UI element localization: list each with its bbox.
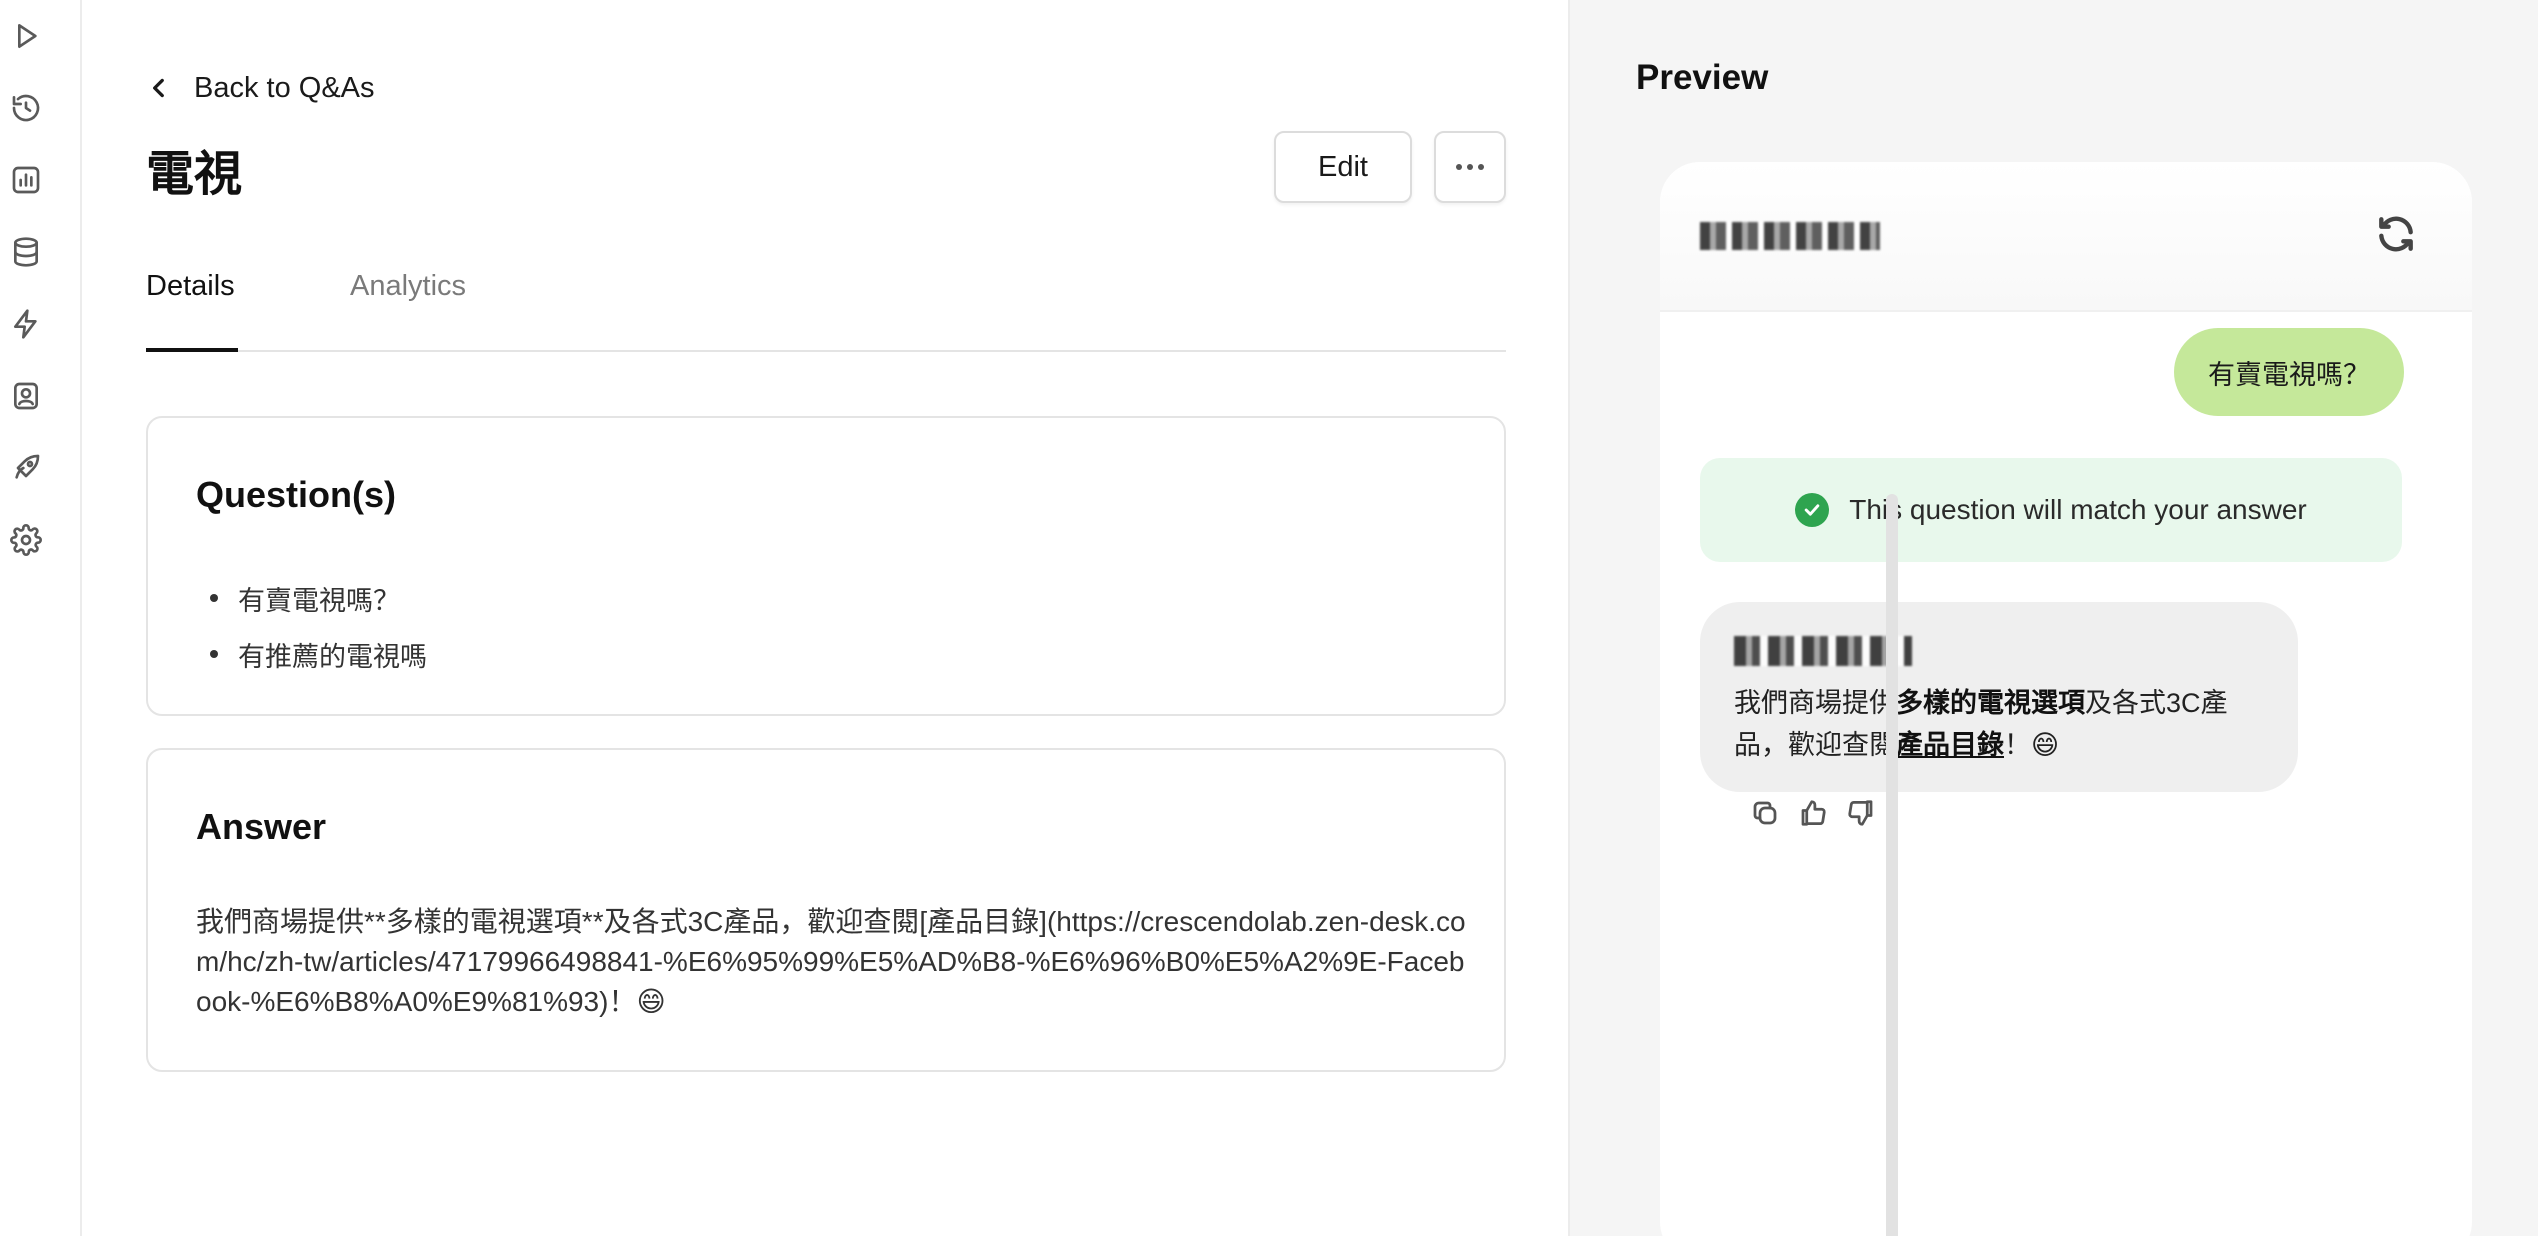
rocket-icon[interactable]	[6, 448, 46, 488]
chat-preview-window: 有賣電視嗎？ This question will match your ans…	[1660, 162, 2472, 1236]
answer-heading: Answer	[196, 806, 327, 847]
play-icon[interactable]	[6, 16, 46, 56]
page-title: 電視	[146, 148, 243, 201]
edit-button[interactable]: Edit	[1274, 131, 1412, 203]
integration-icon[interactable]	[6, 304, 46, 344]
chevron-left-icon	[153, 78, 164, 98]
bot-message-bubble: 我們商場提供多樣的電視選項及各式3C產品，歡迎查閱產品目錄！😄	[1700, 602, 2298, 792]
left-nav-rail	[0, 0, 82, 1236]
analytics-chart-icon[interactable]	[6, 160, 46, 200]
preview-panel: Preview 有賣電視嗎？ This question will match …	[1570, 0, 2538, 1236]
questions-card: Question(s) 有賣電視嗎？ 有推薦的電視嗎	[146, 416, 1506, 716]
more-dots-icon	[1456, 164, 1462, 170]
settings-gear-icon[interactable]	[6, 520, 46, 560]
blurred-brand-name	[1700, 222, 1880, 250]
chat-header	[1660, 162, 2472, 312]
answer-text: 我們商場提供**多樣的電視選項**及各式3C產品，歡迎查閱[產品目錄](http…	[196, 906, 1466, 1017]
answer-card: Answer 我們商場提供**多樣的電視選項**及各式3C產品，歡迎查閱[產品目…	[146, 748, 1506, 1072]
copy-icon[interactable]	[1750, 798, 1780, 828]
match-notice: This question will match your answer	[1700, 458, 2402, 562]
more-options-button[interactable]	[1434, 131, 1506, 203]
refresh-button[interactable]	[2374, 212, 2418, 256]
contacts-icon[interactable]	[6, 376, 46, 416]
message-actions	[1750, 798, 1876, 828]
refresh-icon	[2379, 216, 2413, 252]
back-to-qas-link[interactable]: Back to Q&As	[146, 66, 375, 110]
bot-message-text: 我們商場提供多樣的電視選項及各式3C產品，歡迎查閱產品目錄！😄	[1734, 688, 2228, 760]
match-notice-text: This question will match your answer	[1849, 494, 2307, 525]
check-circle-icon	[1795, 493, 1830, 527]
tab-details[interactable]: Details	[146, 262, 238, 352]
product-catalog-link[interactable]: 產品目錄	[1896, 730, 2004, 760]
questions-heading: Question(s)	[196, 474, 397, 515]
history-icon[interactable]	[6, 88, 46, 128]
tab-bar: Details Analytics	[146, 262, 1506, 352]
back-link-label: Back to Q&As	[194, 71, 375, 104]
thumbs-down-icon[interactable]	[1846, 798, 1876, 828]
preview-scrollbar[interactable]	[1886, 494, 1898, 1236]
list-item: 有推薦的電視嗎	[196, 626, 427, 682]
qa-detail-panel: Back to Q&As 電視 Edit Details Analytics Q…	[82, 0, 1570, 1236]
database-icon[interactable]	[6, 232, 46, 272]
user-message-bubble: 有賣電視嗎？	[2174, 328, 2404, 416]
thumbs-up-icon[interactable]	[1798, 798, 1828, 828]
preview-title: Preview	[1636, 58, 1769, 97]
bot-bold-text: 多樣的電視選項	[1896, 688, 2085, 718]
questions-list: 有賣電視嗎？ 有推薦的電視嗎	[196, 570, 427, 682]
list-item: 有賣電視嗎？	[196, 570, 427, 626]
tab-analytics[interactable]: Analytics	[350, 262, 466, 350]
